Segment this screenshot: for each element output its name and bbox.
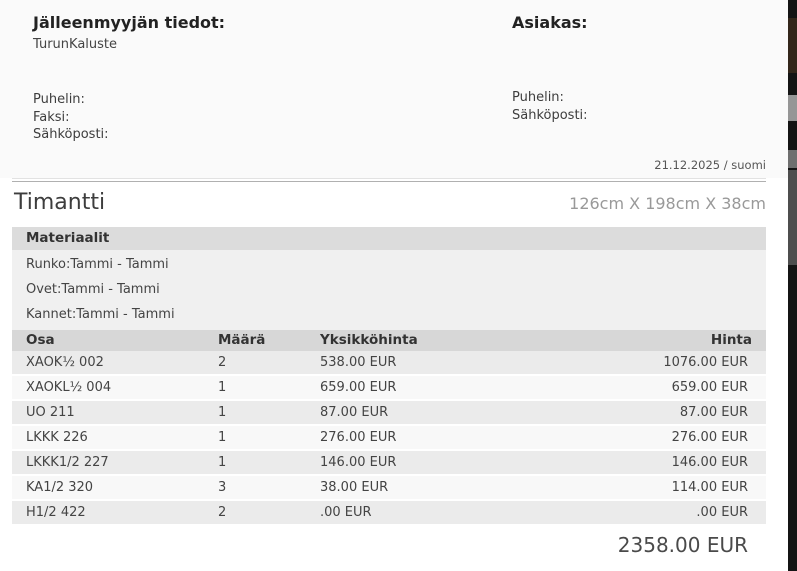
date-language: 21.12.2025 / suomi bbox=[12, 144, 766, 178]
header-section: Jälleenmyyjän tiedot: TurunKaluste Puhel… bbox=[0, 0, 788, 178]
order-printout-page: Jälleenmyyjän tiedot: TurunKaluste Puhel… bbox=[0, 0, 797, 571]
product-dimensions: 126cm X 198cm X 38cm bbox=[569, 194, 766, 213]
material-row: Kannet:Tammi - Tammi bbox=[12, 302, 766, 327]
osa-cell: LKKK1/2 227 bbox=[12, 455, 218, 470]
material-row: Ovet:Tammi - Tammi bbox=[12, 277, 766, 302]
yksikkohinta-cell: 659.00 EUR bbox=[320, 380, 570, 395]
hinta-cell: 146.00 EUR bbox=[570, 455, 766, 470]
reseller-title: Jälleenmyyjän tiedot: bbox=[33, 13, 512, 32]
parts-table: Osa Määrä Yksikköhinta Hinta XAOK½ 002 2… bbox=[12, 330, 766, 524]
reseller-name: TurunKaluste bbox=[33, 37, 512, 52]
table-row: XAOKL½ 004 1 659.00 EUR 659.00 EUR bbox=[12, 376, 766, 399]
maara-cell: 1 bbox=[218, 380, 320, 395]
content-area: Jälleenmyyjän tiedot: TurunKaluste Puhel… bbox=[0, 0, 788, 571]
reseller-fax-label: Faksi: bbox=[33, 109, 512, 127]
yksikkohinta-cell: 538.00 EUR bbox=[320, 355, 570, 370]
reseller-contacts: Puhelin: Faksi: Sähköposti: bbox=[33, 91, 512, 144]
hinta-cell: 276.00 EUR bbox=[570, 430, 766, 445]
window-edge-strip bbox=[788, 0, 797, 571]
customer-phone-label: Puhelin: bbox=[512, 89, 766, 107]
reseller-phone-label: Puhelin: bbox=[33, 91, 512, 109]
materials-header: Materiaalit bbox=[12, 227, 766, 250]
hinta-cell: 87.00 EUR bbox=[570, 405, 766, 420]
hinta-cell: .00 EUR bbox=[570, 505, 766, 520]
osa-cell: XAOK½ 002 bbox=[12, 355, 218, 370]
edge-segment bbox=[788, 150, 797, 168]
customer-email-label: Sähköposti: bbox=[512, 107, 766, 125]
customer-contacts: Puhelin: Sähköposti: bbox=[512, 89, 766, 124]
table-row: LKKK1/2 227 1 146.00 EUR 146.00 EUR bbox=[12, 451, 766, 474]
osa-cell: UO 211 bbox=[12, 405, 218, 420]
yksikkohinta-cell: 87.00 EUR bbox=[320, 405, 570, 420]
material-row: Runko:Tammi - Tammi bbox=[12, 252, 766, 277]
header-separator bbox=[12, 178, 766, 182]
osa-cell: LKKK 226 bbox=[12, 430, 218, 445]
osa-cell: H1/2 422 bbox=[12, 505, 218, 520]
reseller-info: Jälleenmyyjän tiedot: TurunKaluste Puhel… bbox=[12, 13, 512, 144]
col-header-maara: Määrä bbox=[218, 332, 320, 348]
yksikkohinta-cell: .00 EUR bbox=[320, 505, 570, 520]
table-row: XAOK½ 002 2 538.00 EUR 1076.00 EUR bbox=[12, 351, 766, 374]
product-name: Timantti bbox=[14, 190, 105, 215]
hinta-cell: 114.00 EUR bbox=[570, 480, 766, 495]
col-header-hinta: Hinta bbox=[570, 332, 766, 348]
total-price: 2358.00 EUR bbox=[0, 533, 788, 557]
table-row: UO 211 1 87.00 EUR 87.00 EUR bbox=[12, 401, 766, 424]
materials-list: Runko:Tammi - Tammi Ovet:Tammi - Tammi K… bbox=[12, 250, 766, 330]
osa-cell: KA1/2 320 bbox=[12, 480, 218, 495]
maara-cell: 2 bbox=[218, 505, 320, 520]
hinta-cell: 1076.00 EUR bbox=[570, 355, 766, 370]
osa-cell: XAOKL½ 004 bbox=[12, 380, 218, 395]
table-row: H1/2 422 2 .00 EUR .00 EUR bbox=[12, 501, 766, 524]
customer-title: Asiakas: bbox=[512, 13, 766, 32]
col-header-yksikkohinta: Yksikköhinta bbox=[320, 332, 570, 348]
col-header-osa: Osa bbox=[12, 332, 218, 348]
parts-table-header: Osa Määrä Yksikköhinta Hinta bbox=[12, 330, 766, 351]
maara-cell: 3 bbox=[218, 480, 320, 495]
yksikkohinta-cell: 276.00 EUR bbox=[320, 430, 570, 445]
edge-segment bbox=[788, 95, 797, 121]
maara-cell: 2 bbox=[218, 355, 320, 370]
parties-row: Jälleenmyyjän tiedot: TurunKaluste Puhel… bbox=[12, 13, 766, 144]
product-row: Timantti 126cm X 198cm X 38cm bbox=[14, 190, 766, 218]
edge-segment bbox=[788, 170, 797, 265]
yksikkohinta-cell: 146.00 EUR bbox=[320, 455, 570, 470]
reseller-email-label: Sähköposti: bbox=[33, 126, 512, 144]
edge-segment bbox=[788, 18, 797, 73]
maara-cell: 1 bbox=[218, 430, 320, 445]
maara-cell: 1 bbox=[218, 405, 320, 420]
materials-section: Materiaalit Runko:Tammi - Tammi Ovet:Tam… bbox=[12, 227, 766, 330]
table-row: KA1/2 320 3 38.00 EUR 114.00 EUR bbox=[12, 476, 766, 499]
table-row: LKKK 226 1 276.00 EUR 276.00 EUR bbox=[12, 426, 766, 449]
yksikkohinta-cell: 38.00 EUR bbox=[320, 480, 570, 495]
hinta-cell: 659.00 EUR bbox=[570, 380, 766, 395]
customer-info: Asiakas: Puhelin: Sähköposti: bbox=[512, 13, 766, 144]
maara-cell: 1 bbox=[218, 455, 320, 470]
